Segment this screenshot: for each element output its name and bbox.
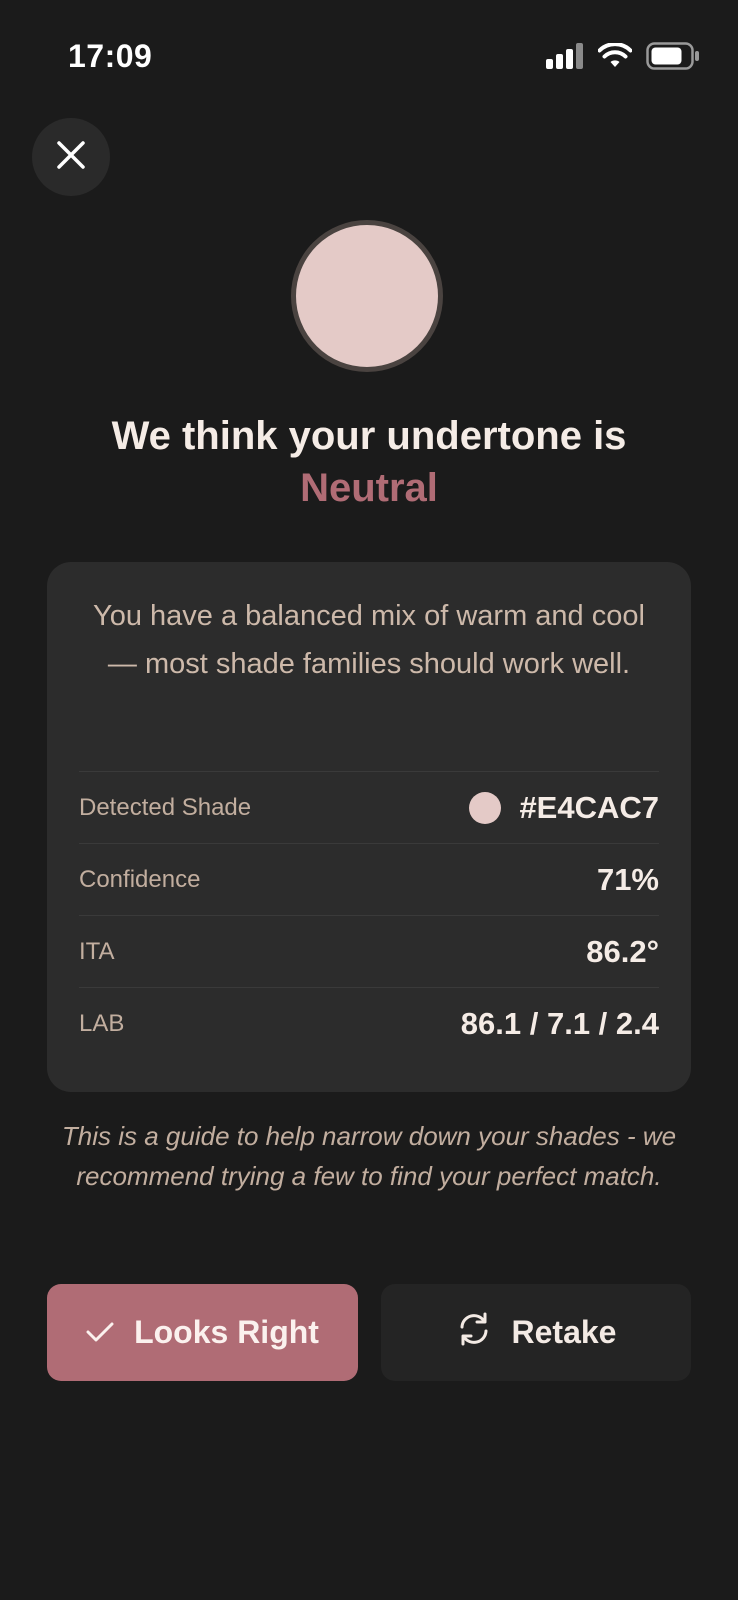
detail-label: Detected Shade <box>79 794 252 821</box>
detail-row-ita: ITA 86.2° <box>79 915 659 987</box>
details-card: You have a balanced mix of warm and cool… <box>47 562 691 1092</box>
detail-label: ITA <box>79 938 115 965</box>
detail-value: 71% <box>596 862 659 897</box>
close-button[interactable] <box>32 118 110 196</box>
details-list: Detected Shade #E4CAC7 Confidence 71% IT… <box>79 771 659 1059</box>
detected-skin-swatch <box>291 220 443 372</box>
checkmark-icon <box>86 1314 114 1351</box>
detail-label: LAB <box>79 1010 125 1037</box>
detail-value-wrapper: #E4CAC7 <box>469 790 659 826</box>
refresh-icon <box>456 1312 492 1354</box>
detail-row-confidence: Confidence 71% <box>79 843 659 915</box>
status-time: 17:09 <box>68 38 153 74</box>
status-bar: 17:09 <box>0 0 738 110</box>
wifi-icon <box>597 42 633 74</box>
cellular-signal-icon <box>546 43 584 74</box>
retake-label: Retake <box>511 1314 617 1350</box>
close-icon <box>56 140 86 175</box>
shade-swatch <box>469 792 502 824</box>
detail-value: 86.1 / 7.1 / 2.4 <box>460 1006 659 1041</box>
detail-value: #E4CAC7 <box>519 790 659 825</box>
detail-label: Confidence <box>79 866 201 893</box>
detail-value: 86.2° <box>586 934 659 969</box>
detail-row-detected-shade: Detected Shade #E4CAC7 <box>79 771 659 843</box>
undertone-description: You have a balanced mix of warm and cool… <box>93 600 645 680</box>
retake-button[interactable]: Retake <box>381 1284 691 1381</box>
looks-right-label: Looks Right <box>134 1314 319 1350</box>
status-icons <box>546 42 700 75</box>
battery-icon <box>646 42 700 75</box>
result-headline: We think your undertone is <box>111 414 627 458</box>
undertone-result: Neutral <box>300 466 438 510</box>
looks-right-button[interactable]: Looks Right <box>47 1284 358 1381</box>
detail-row-lab: LAB 86.1 / 7.1 / 2.4 <box>79 987 659 1059</box>
disclaimer-text: This is a guide to help narrow down your… <box>61 1121 677 1191</box>
